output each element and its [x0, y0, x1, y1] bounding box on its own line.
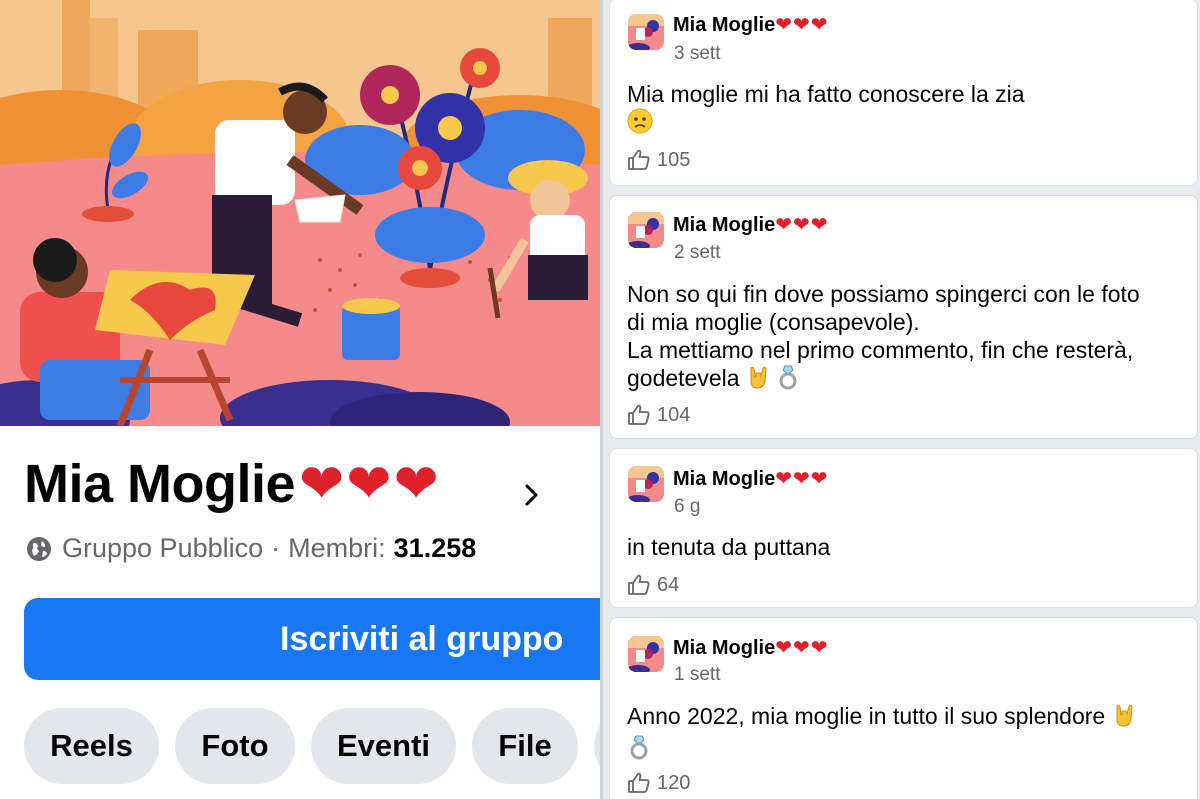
like-count: 64 [657, 573, 680, 596]
group-title[interactable]: Mia Moglie [24, 453, 296, 515]
group-cover-image[interactable] [0, 0, 600, 426]
tab-file[interactable]: File [472, 708, 578, 784]
post-author[interactable]: Mia Moglie❤❤❤ [673, 212, 829, 237]
avatar[interactable] [628, 636, 664, 672]
posts-feed: Mia Moglie❤❤❤ 3 sett Mia moglie mi ha fa… [603, 0, 1200, 799]
post-author[interactable]: Mia Moglie❤❤❤ [673, 12, 829, 37]
post-likes[interactable]: 120 [627, 771, 690, 795]
tab-eventi[interactable]: Eventi [311, 708, 456, 784]
avatar[interactable] [628, 14, 664, 50]
avatar[interactable] [628, 212, 664, 248]
tab-foto[interactable]: Foto [175, 708, 295, 784]
post-text: Non so qui fin dove possiamo spingerci c… [627, 280, 1187, 396]
group-tabs: Reels Foto Eventi File [24, 708, 600, 784]
avatar[interactable] [628, 466, 664, 502]
like-count: 104 [657, 403, 691, 426]
chevron-right-icon[interactable] [518, 480, 546, 510]
rock-on-hand-icon [1112, 702, 1136, 734]
tab-reels[interactable]: Reels [24, 708, 159, 784]
thumbs-up-icon [628, 772, 650, 793]
post-timestamp[interactable]: 3 sett [674, 43, 720, 65]
post-likes[interactable]: 104 [627, 403, 690, 427]
post-timestamp[interactable]: 6 g [674, 496, 700, 518]
post-card[interactable]: Mia Moglie❤❤❤ 3 sett Mia moglie mi ha fa… [609, 0, 1198, 186]
globe-icon [27, 536, 51, 561]
members-count: 31.258 [393, 533, 477, 563]
group-visibility: Gruppo Pubblico [62, 533, 264, 563]
group-header-panel: Mia Moglie ❤❤❤ Gruppo Pubblico · Membri: … [0, 0, 600, 799]
post-author[interactable]: Mia Moglie❤❤❤ [673, 466, 829, 491]
like-count: 105 [657, 148, 691, 171]
group-title-row[interactable]: Mia Moglie ❤❤❤ [24, 452, 441, 515]
post-text: in tenuta da puttana [627, 534, 831, 560]
meta-separator: · [271, 533, 281, 563]
post-timestamp[interactable]: 2 sett [674, 242, 720, 264]
group-title-hearts: ❤❤❤ [299, 454, 441, 514]
thumbs-up-icon [628, 574, 650, 595]
post-author[interactable]: Mia Moglie❤❤❤ [673, 635, 829, 660]
worried-face-icon [627, 108, 653, 140]
ring-icon [776, 364, 800, 396]
post-text: Mia moglie mi ha fatto conoscere la zia [627, 80, 1187, 140]
ring-icon [627, 734, 651, 766]
like-count: 120 [657, 771, 691, 794]
rock-on-hand-icon [746, 364, 770, 396]
post-likes[interactable]: 105 [627, 148, 690, 172]
group-meta: Gruppo Pubblico · Membri: 31.258 [26, 533, 476, 564]
post-card[interactable]: Mia Moglie❤❤❤ 1 sett Anno 2022, mia mogl… [609, 617, 1198, 799]
post-likes[interactable]: 64 [627, 573, 679, 597]
members-label: Membri: [288, 533, 386, 563]
thumbs-up-icon [628, 404, 650, 425]
post-card[interactable]: Mia Moglie❤❤❤ 6 g in tenuta da puttana 6… [609, 448, 1198, 608]
thumbs-up-icon [628, 149, 650, 170]
post-timestamp[interactable]: 1 sett [674, 664, 720, 686]
join-group-button[interactable]: Iscriviti al gruppo [24, 598, 600, 680]
post-card[interactable]: Mia Moglie❤❤❤ 2 sett Non so qui fin dove… [609, 195, 1198, 439]
post-text: Anno 2022, mia moglie in tutto il suo sp… [627, 702, 1187, 766]
